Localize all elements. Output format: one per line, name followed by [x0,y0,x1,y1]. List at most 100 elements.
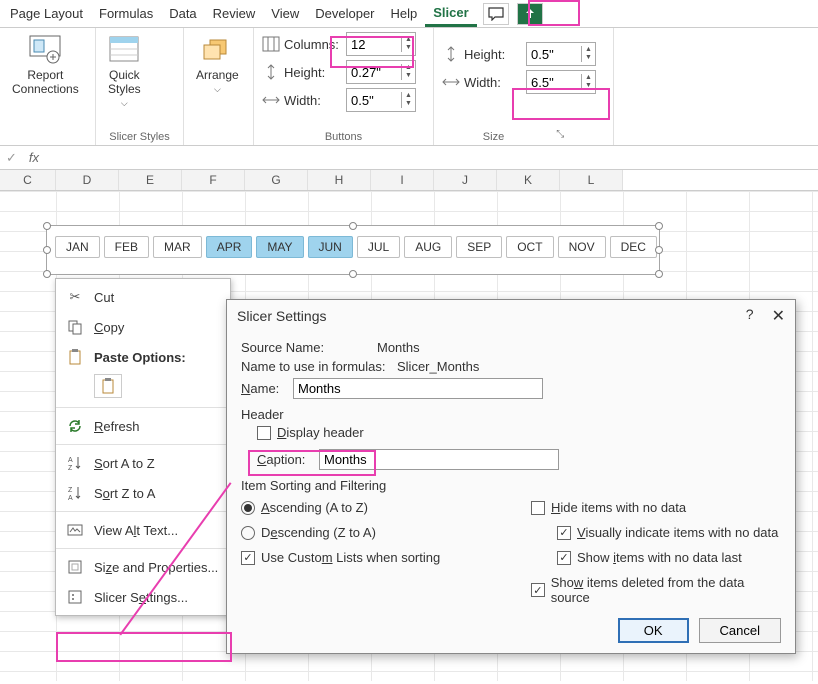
slicer-item[interactable]: FEB [104,236,149,258]
col-header[interactable]: I [371,170,434,190]
close-button[interactable]: ✕ [772,306,785,326]
settings-icon [66,588,84,606]
paste-icon [66,348,84,366]
context-menu: ✂Cut Copy Paste Options: Refresh AZSort … [55,278,231,616]
col-header[interactable]: L [560,170,623,190]
hide-items-checkbox[interactable] [531,501,545,515]
slicer-item[interactable]: APR [206,236,253,258]
slicer-item[interactable]: MAY [256,236,303,258]
ok-button[interactable]: OK [618,618,689,643]
columns-icon [262,35,280,53]
fx-icon[interactable]: fx [23,150,45,165]
slicer-item[interactable]: SEP [456,236,502,258]
descending-label: Descending (Z to A) [261,525,376,540]
group-size-label: Size [483,129,504,143]
tab-help[interactable]: Help [383,2,426,25]
copy-icon [66,318,84,336]
share-button[interactable] [517,3,543,25]
svg-text:A: A [68,495,73,501]
tab-developer[interactable]: Developer [307,2,382,25]
arrange-button[interactable]: Arrange ⌵ [192,32,243,97]
col-header[interactable]: G [245,170,308,190]
slicer-item[interactable]: DEC [610,236,657,258]
col-header[interactable]: E [119,170,182,190]
slicer-item[interactable]: JUN [308,236,353,258]
button-width-spinner[interactable]: ▲▼ [346,88,416,112]
slicer-item[interactable]: JAN [55,236,100,258]
ascending-radio[interactable] [241,501,255,515]
menu-cut[interactable]: ✂Cut [56,282,230,312]
size-width-spinner[interactable]: ▲▼ [526,70,596,94]
menu-refresh[interactable]: Refresh [56,411,230,441]
comments-button[interactable] [483,3,509,25]
paste-option[interactable] [94,374,122,398]
show-last-label: Show items with no data last [577,550,742,565]
tab-data[interactable]: Data [161,2,204,25]
col-header[interactable]: K [497,170,560,190]
size-width-label: Width: [464,75,522,90]
visually-indicate-label: Visually indicate items with no data [577,525,778,540]
group-styles-label: Slicer Styles [104,129,175,143]
cancel-icon[interactable]: ✓ [0,150,23,166]
button-height-spinner[interactable]: ▲▼ [346,60,416,84]
cancel-button[interactable]: Cancel [699,618,781,643]
dialog-launcher-icon[interactable]: ⤡ [556,129,564,143]
button-width-label: Width: [284,93,342,108]
menu-sort-az[interactable]: AZSort A to Z [56,448,230,478]
formula-name-value: Slicer_Months [397,359,479,374]
tab-formulas[interactable]: Formulas [91,2,161,25]
quick-styles-button[interactable]: Quick Styles ⌵ [104,32,145,111]
col-header[interactable]: F [182,170,245,190]
descending-radio[interactable] [241,526,255,540]
name-input[interactable] [293,378,543,399]
refresh-icon [66,417,84,435]
slicer-item[interactable]: MAR [153,236,202,258]
menu-slicer-settings[interactable]: Slicer Settings... [56,582,230,612]
show-last-checkbox[interactable]: ✓ [557,551,571,565]
column-headers: C D E F G H I J K L [0,170,818,191]
slicer-item[interactable]: NOV [558,236,606,258]
report-connections-button[interactable]: Report Connections [8,32,83,98]
svg-text:A: A [68,457,73,464]
menu-copy[interactable]: Copy [56,312,230,342]
tab-page-layout[interactable]: Page Layout [2,2,91,25]
tab-slicer[interactable]: Slicer [425,1,476,27]
ascending-label: Ascending (A to Z) [261,500,368,515]
header-section-label: Header [241,407,781,422]
tab-view[interactable]: View [263,2,307,25]
worksheet-grid[interactable]: JANFEBMARAPRMAYJUNJULAUGSEPOCTNOVDEC ✂Cu… [0,191,818,681]
col-header[interactable]: J [434,170,497,190]
col-header[interactable]: C [0,170,56,190]
arrange-icon [201,34,233,66]
group-buttons-label: Buttons [262,129,425,143]
columns-label: Columns: [284,37,342,52]
slicer-item[interactable]: JUL [357,236,400,258]
slicer[interactable]: JANFEBMARAPRMAYJUNJULAUGSEPOCTNOVDEC [46,225,660,275]
size-height-label: Height: [464,47,522,62]
col-header[interactable]: H [308,170,371,190]
slicer-item[interactable]: AUG [404,236,452,258]
col-header[interactable]: D [56,170,119,190]
size-height-spinner[interactable]: ▲▼ [526,42,596,66]
source-name-label: Source Name: [241,340,371,355]
display-header-checkbox[interactable] [257,426,271,440]
help-button[interactable]: ? [746,306,754,326]
report-connections-icon [29,34,61,66]
height-icon [262,63,280,81]
visually-indicate-checkbox[interactable]: ✓ [557,526,571,540]
custom-lists-checkbox[interactable]: ✓ [241,551,255,565]
svg-text:Z: Z [68,465,73,471]
width-icon [262,91,280,109]
formula-input[interactable] [45,147,818,169]
alt-text-icon [66,521,84,539]
tab-review[interactable]: Review [205,2,264,25]
menu-size-properties[interactable]: Size and Properties... [56,552,230,582]
hide-items-label: Hide items with no data [551,500,686,515]
caption-input[interactable] [319,449,559,470]
slicer-item[interactable]: OCT [506,236,553,258]
ribbon-content: Report Connections Quick Styles ⌵ Slicer… [0,28,818,146]
menu-sort-za[interactable]: ZASort Z to A [56,478,230,508]
quick-styles-icon [108,34,140,66]
columns-spinner[interactable]: ▲▼ [346,32,416,56]
show-deleted-checkbox[interactable]: ✓ [531,583,545,597]
